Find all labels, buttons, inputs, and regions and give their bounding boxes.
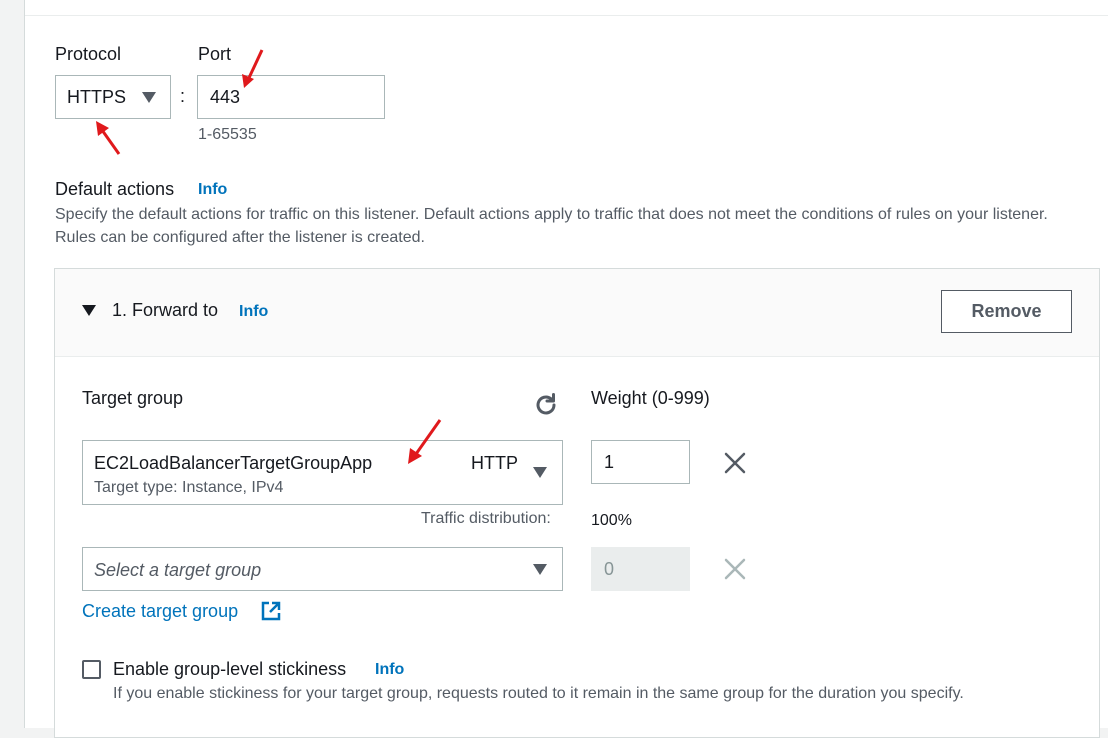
target-group-label: Target group	[82, 388, 184, 408]
weight-input-2[interactable]: 0	[591, 547, 690, 591]
traffic-distribution-value: 100%	[591, 512, 632, 529]
protocol-port-separator: :	[180, 86, 186, 106]
target-group-select-2[interactable]: Select a target group	[82, 547, 563, 591]
stickiness-info-link[interactable]: Info	[375, 661, 404, 679]
target-group-1-name: EC2LoadBalancerTargetGroupApp	[94, 453, 373, 473]
target-group-select-1[interactable]: EC2LoadBalancerTargetGroupApp HTTP Targe…	[82, 440, 563, 505]
weight-label: Weight (0-999)	[591, 388, 710, 408]
port-input[interactable]: 443	[197, 75, 385, 119]
protocol-label: Protocol	[55, 44, 122, 64]
annotation-arrow-icon	[96, 121, 121, 155]
refresh-icon[interactable]	[533, 392, 559, 423]
close-icon-disabled[interactable]	[724, 558, 746, 585]
default-actions-description: Specify the default actions for traffic …	[55, 206, 1048, 246]
stickiness-checkbox[interactable]	[82, 660, 101, 679]
annotation-arrow-icon	[408, 419, 442, 464]
target-group-2-placeholder: Select a target group	[94, 560, 262, 580]
target-group-1-protocol: HTTP	[471, 453, 518, 473]
remove-button[interactable]: Remove	[941, 290, 1072, 333]
weight-input-1-value: 1	[604, 452, 615, 472]
create-target-group-link[interactable]: Create target group	[82, 601, 238, 622]
expand-caret-icon[interactable]	[82, 305, 96, 316]
annotation-arrow-icon	[242, 49, 264, 88]
divider	[25, 15, 1108, 16]
weight-input-2-value: 0	[604, 559, 615, 579]
caret-down-icon	[142, 92, 156, 103]
protocol-select-value: HTTPS	[67, 87, 127, 107]
target-group-1-subtitle: Target type: Instance, IPv4	[94, 479, 284, 496]
port-hint: 1-65535	[198, 126, 257, 143]
stickiness-description: If you enable stickiness for your target…	[113, 685, 964, 702]
caret-down-icon	[533, 564, 547, 575]
close-icon[interactable]	[724, 452, 746, 479]
caret-down-icon	[533, 467, 547, 478]
port-input-value: 443	[210, 87, 241, 107]
default-actions-title: Default actions	[55, 179, 175, 199]
default-actions-info-link[interactable]: Info	[198, 181, 227, 199]
forward-to-title: 1. Forward to	[112, 300, 219, 320]
stickiness-label: Enable group-level stickiness	[113, 659, 347, 679]
port-label: Port	[198, 44, 232, 64]
weight-input-1[interactable]: 1	[591, 440, 690, 484]
traffic-distribution-label: Traffic distribution:	[421, 510, 551, 527]
external-link-icon[interactable]	[260, 600, 282, 627]
forward-to-info-link[interactable]: Info	[239, 303, 268, 321]
protocol-select[interactable]: HTTPS	[55, 75, 171, 119]
